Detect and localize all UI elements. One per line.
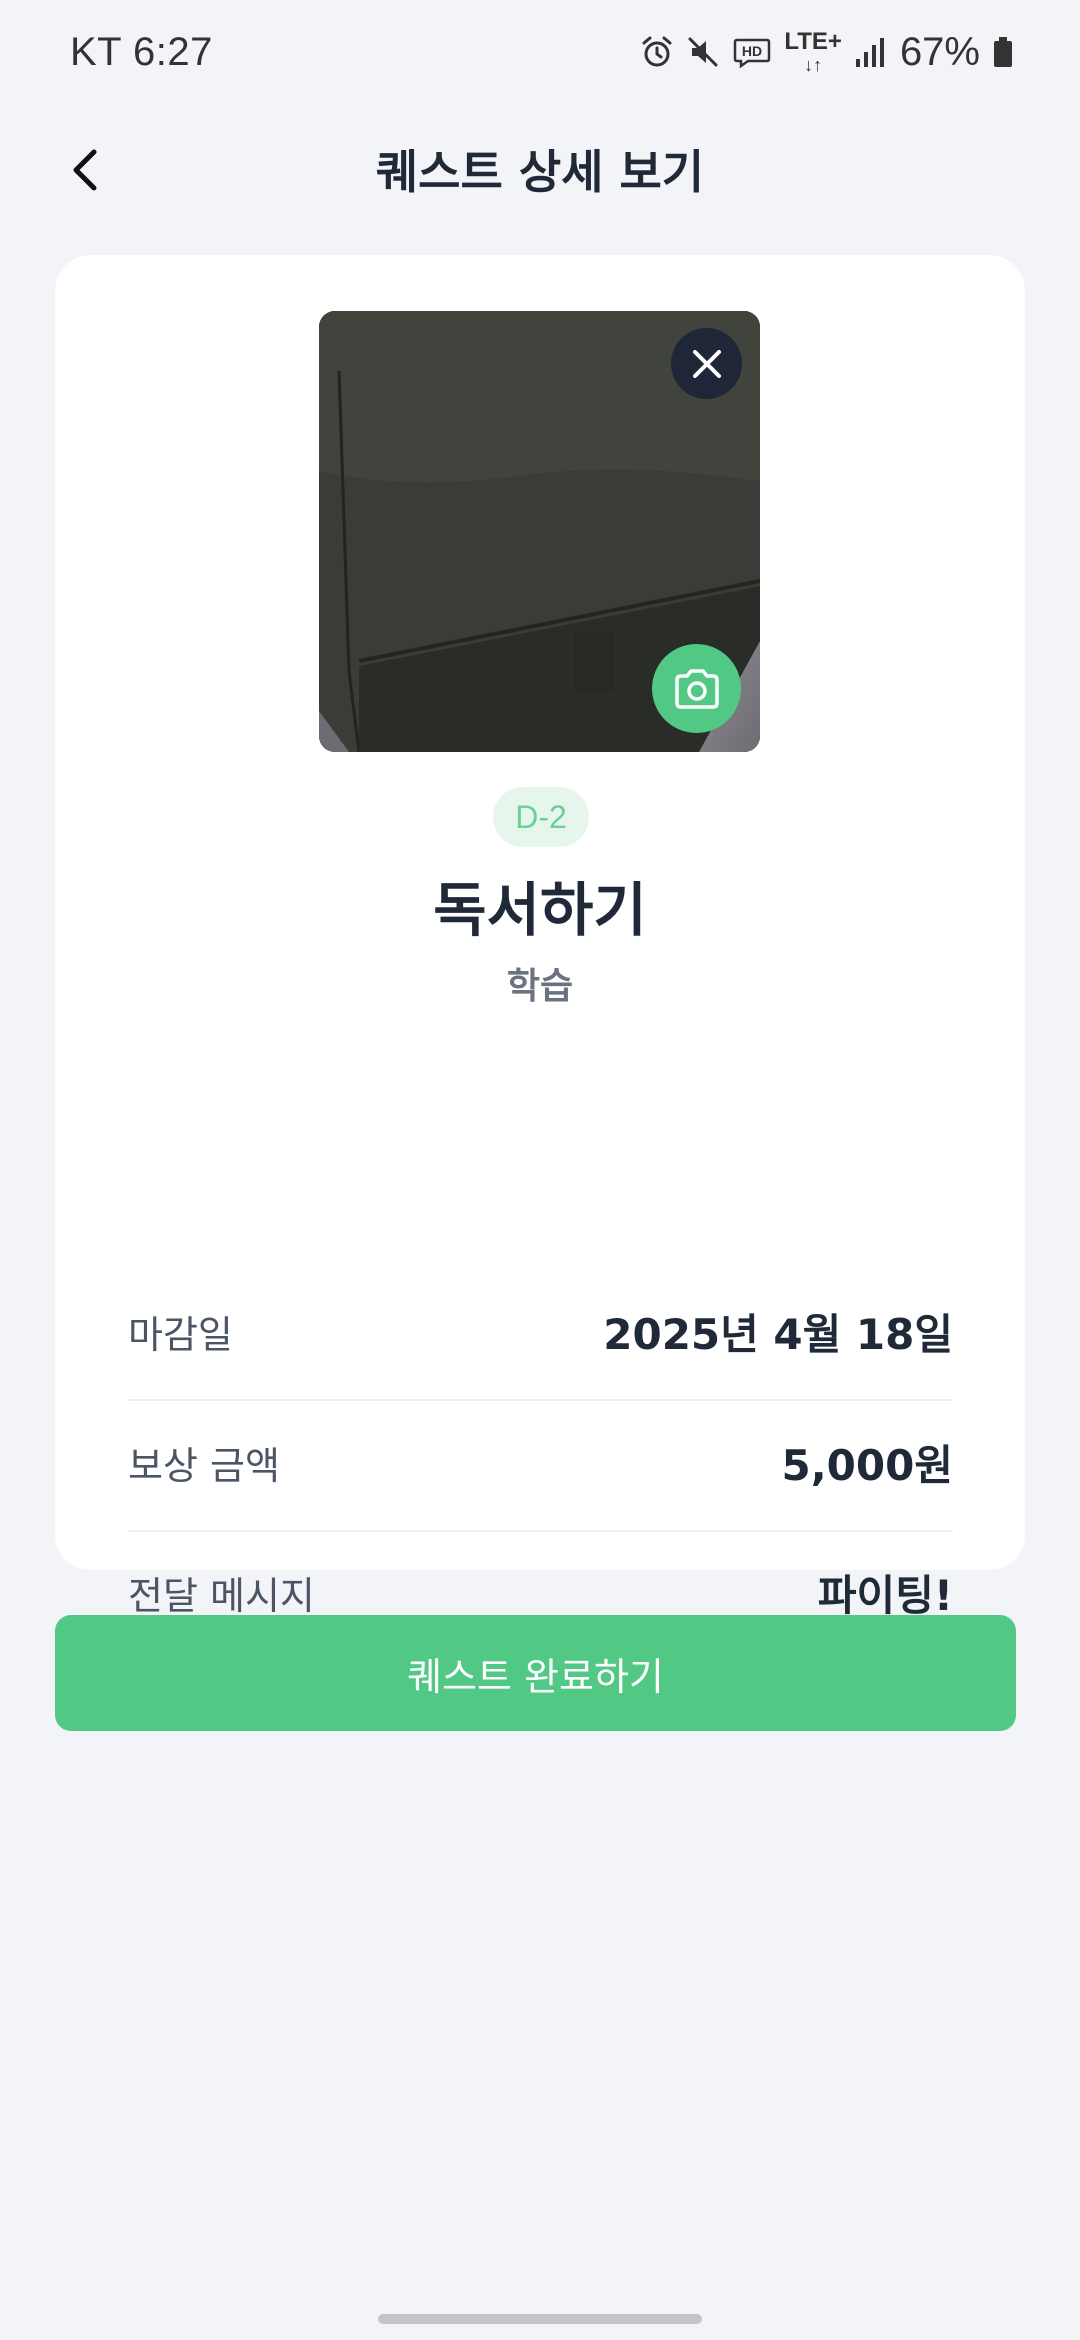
dday-badge: D-2 bbox=[493, 787, 589, 847]
deadline-label: 마감일 bbox=[128, 1312, 233, 1357]
status-bar: KT 6:27 HD LTE+ ↓↑ 67% bbox=[0, 0, 1080, 104]
svg-text:HD: HD bbox=[742, 43, 762, 59]
battery-percent: 67% bbox=[899, 29, 980, 74]
reward-label: 보상 금액 bbox=[128, 1443, 280, 1488]
close-icon bbox=[692, 349, 721, 378]
lte-icon: LTE+ ↓↑ bbox=[784, 28, 842, 75]
header: 퀘스트 상세 보기 bbox=[0, 120, 1080, 216]
quest-category: 학습 bbox=[506, 966, 574, 1007]
signal-icon bbox=[854, 35, 884, 69]
quest-detail-screen: KT 6:27 HD LTE+ ↓↑ 67% 퀘스트 상세 보기 D-2 독서하… bbox=[0, 0, 1080, 2340]
detail-row-reward: 보상 금액 5,000원 bbox=[128, 1397, 953, 1527]
page-title: 퀘스트 상세 보기 bbox=[375, 145, 705, 199]
camera-icon bbox=[674, 668, 719, 709]
quest-card: D-2 독서하기 학습 마감일 2025년 4월 18일 보상 금액 5,000… bbox=[55, 255, 1025, 1620]
deadline-value: 2025년 4월 18일 bbox=[603, 1309, 953, 1359]
message-label: 전달 메시지 bbox=[128, 1573, 315, 1618]
home-indicator[interactable] bbox=[378, 2314, 702, 2324]
complete-quest-button[interactable]: 퀘스트 완료하기 bbox=[55, 1615, 1016, 1731]
mute-icon bbox=[686, 35, 720, 69]
reward-value: 5,000원 bbox=[781, 1440, 954, 1490]
detail-row-deadline: 마감일 2025년 4월 18일 bbox=[128, 1266, 953, 1396]
remove-photo-button[interactable] bbox=[671, 328, 742, 399]
lte-label: LTE+ bbox=[784, 28, 842, 55]
message-value: 파이팅! bbox=[817, 1570, 953, 1620]
lte-arrows: ↓↑ bbox=[804, 55, 823, 75]
hd-icon: HD bbox=[732, 35, 772, 69]
status-carrier-time: KT 6:27 bbox=[70, 29, 213, 74]
camera-button[interactable] bbox=[652, 644, 741, 733]
status-icons: HD LTE+ ↓↑ 67% bbox=[640, 30, 1014, 75]
battery-icon bbox=[992, 35, 1014, 69]
quest-title: 독서하기 bbox=[433, 876, 647, 944]
alarm-icon bbox=[640, 35, 674, 69]
